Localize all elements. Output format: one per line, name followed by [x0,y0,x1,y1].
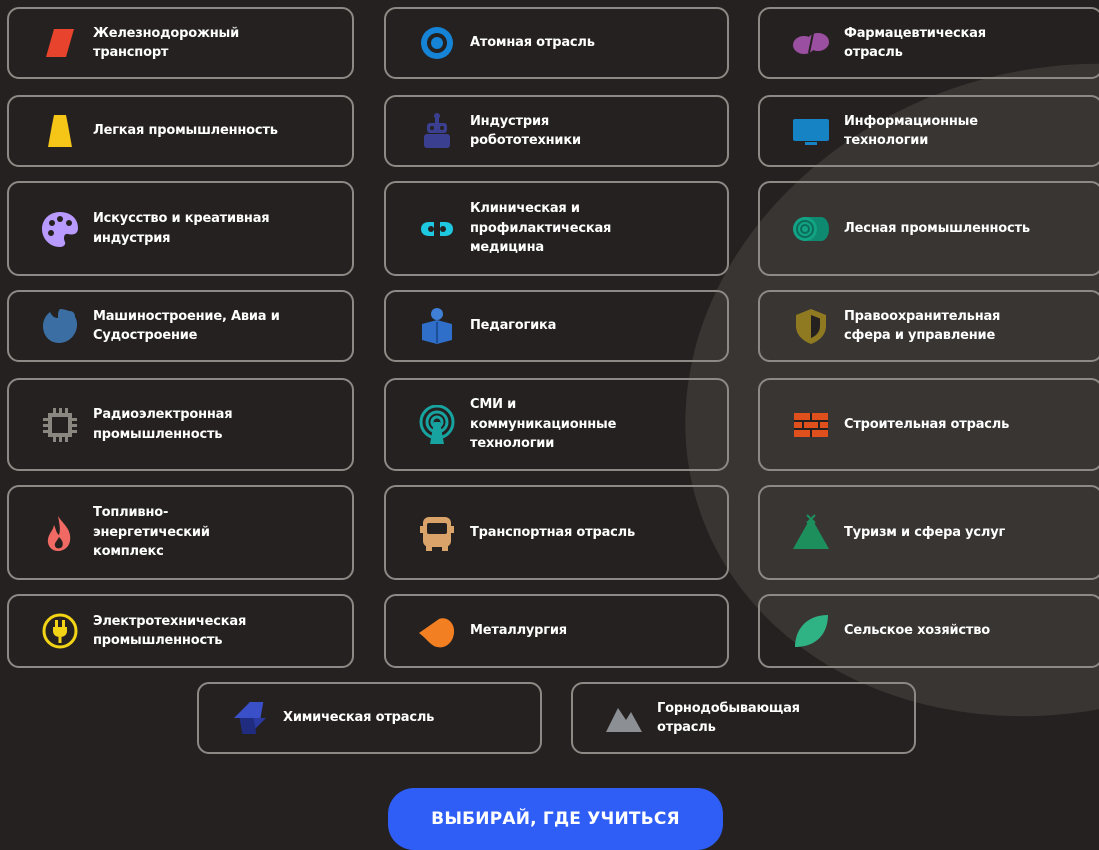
antenna-icon [416,404,458,446]
card-agriculture[interactable]: Сельское хозяйство [758,594,1099,668]
brick-icon [790,404,832,446]
card-label: Индустрия робототехники [470,113,581,149]
railway-icon [39,22,81,64]
card-metallurgy[interactable]: Металлургия [384,594,729,668]
robot-icon [416,110,458,152]
card-mining[interactable]: Горнодобывающая отрасль [571,682,916,754]
card-atomic[interactable]: Атомная отрасль [384,7,729,79]
card-machinery[interactable]: Машиностроение, Авиа и Судостроение [7,290,354,362]
card-it[interactable]: Информационные технологии [758,95,1099,167]
tent-icon [790,512,832,554]
card-label: Радиоэлектронная промышленность [93,407,233,442]
card-label: Туризм и сфера услуг [844,524,1006,540]
card-label: Химическая отрасль [283,710,435,726]
card-light-industry[interactable]: Легкая промышленность [7,95,354,167]
card-label: Легкая промышленность [93,123,278,139]
card-label: Атомная отрасль [470,35,595,51]
card-medicine[interactable]: Клиническая и профилактическая медицина [384,181,729,276]
card-forest[interactable]: Лесная промышленность [758,181,1099,276]
chemistry-icon [229,697,271,739]
card-label: Клиническая и профилактическая медицина [470,201,612,256]
choose-where-to-study-button[interactable]: ВЫБИРАЙ, ГДЕ УЧИТЬСЯ [388,788,723,850]
card-pedagogy[interactable]: Педагогика [384,290,729,362]
chip-icon [39,404,81,446]
card-radioelectronics[interactable]: Радиоэлектронная промышленность [7,378,354,471]
card-tourism[interactable]: Туризм и сфера услуг [758,485,1099,580]
metal-drop-icon [416,610,458,652]
card-label: Сельское хозяйство [844,623,991,639]
gear-icon [39,305,81,347]
card-railway[interactable]: Железнодорожный транспорт [7,7,354,79]
dress-icon [39,110,81,152]
shield-icon [790,305,832,347]
card-label: Фармацевтическая отрасль [844,25,986,61]
card-law[interactable]: Правоохранительная сфера и управление [758,290,1099,362]
card-construction[interactable]: Строительная отрасль [758,378,1099,471]
card-pharma[interactable]: Фармацевтическая отрасль [758,7,1099,79]
card-media[interactable]: СМИ и коммуникационные технологии [384,378,729,471]
plug-icon [39,610,81,652]
card-label: Педагогика [470,318,557,334]
card-electrotechnical[interactable]: Электротехническая промышленность [7,594,354,668]
card-label: Машиностроение, Авиа и Судостроение [93,308,280,344]
card-label: Информационные технологии [844,113,978,149]
card-label: Топливно- энергетический комплекс [93,505,210,560]
card-label: Правоохранительная сфера и управление [844,308,1001,344]
card-label: Горнодобывающая отрасль [657,700,800,736]
bus-icon [416,512,458,554]
leaf-icon [790,610,832,652]
card-label: Лесная промышленность [844,220,1030,236]
card-label: Электротехническая промышленность [93,613,247,649]
atom-icon [416,22,458,64]
log-icon [790,208,832,250]
teacher-icon [416,305,458,347]
monitor-icon [790,110,832,152]
mountain-icon [603,697,645,739]
card-label: Строительная отрасль [844,416,1010,432]
card-transport[interactable]: Транспортная отрасль [384,485,729,580]
card-label: СМИ и коммуникационные технологии [470,397,617,452]
palette-icon [39,208,81,250]
flame-icon [39,512,81,554]
card-robotics[interactable]: Индустрия робототехники [384,95,729,167]
card-art[interactable]: Искусство и креативная индустрия [7,181,354,276]
pill-icon [790,22,832,64]
capsule-icon [416,208,458,250]
card-label: Искусство и креативная индустрия [93,211,270,246]
card-label: Транспортная отрасль [470,524,636,540]
card-fuel-energy[interactable]: Топливно- энергетический комплекс [7,485,354,580]
card-label: Металлургия [470,623,567,639]
card-chemistry[interactable]: Химическая отрасль [197,682,542,754]
card-label: Железнодорожный транспорт [93,25,239,61]
